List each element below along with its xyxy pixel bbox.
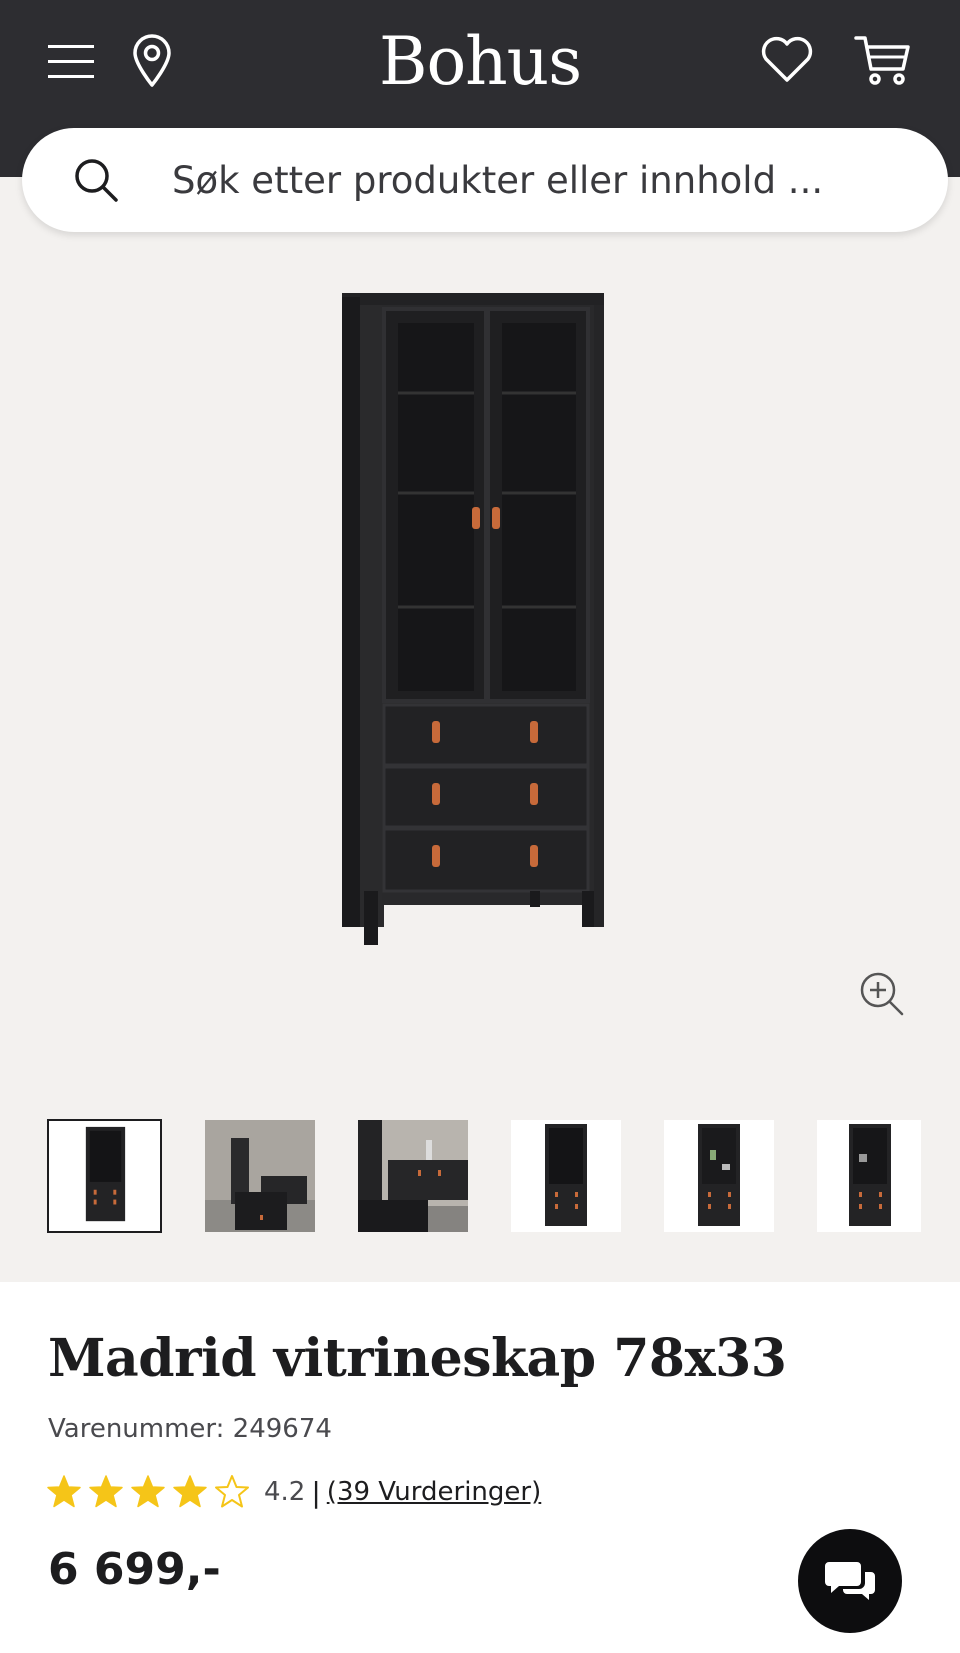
rating-separator: | <box>311 1475 321 1509</box>
product-title: Madrid vitrineskap 78x33 <box>48 1328 787 1389</box>
chat-button[interactable] <box>798 1529 902 1633</box>
menu-button[interactable] <box>40 30 102 92</box>
thumbnail-image <box>50 1121 159 1231</box>
star-filled-icon <box>89 1475 123 1508</box>
rating-value: 4.2 <box>264 1477 306 1507</box>
thumbnail-image <box>511 1120 621 1232</box>
brand-logo[interactable]: Bohus <box>330 18 630 106</box>
product-price: 6 699,- <box>48 1544 221 1595</box>
search-icon <box>75 159 118 202</box>
star-filled-icon <box>131 1475 165 1508</box>
thumbnail-image <box>664 1120 774 1232</box>
thumbnail-4[interactable] <box>511 1120 621 1232</box>
star-empty-icon <box>215 1475 249 1508</box>
thumbnail-image <box>205 1120 315 1232</box>
favorites-button[interactable] <box>755 28 819 92</box>
product-info: Madrid vitrineskap 78x33 Varenummer: 249… <box>0 1282 960 1653</box>
zoom-in-icon <box>860 972 904 1016</box>
store-locator-button[interactable] <box>122 28 182 94</box>
heart-icon <box>761 36 813 82</box>
product-rating: 4.2 | (39 Vurderinger) <box>46 1470 541 1514</box>
thumbnail-5[interactable] <box>664 1120 774 1232</box>
product-sku: Varenummer: 249674 <box>48 1414 332 1444</box>
thumbnail-strip <box>47 1119 921 1234</box>
cabinet-image <box>342 293 604 945</box>
chat-bubbles-icon <box>825 1562 875 1600</box>
rating-stars <box>46 1474 250 1510</box>
star-filled-icon <box>47 1475 81 1508</box>
search-input[interactable] <box>172 148 912 212</box>
thumbnail-2[interactable] <box>205 1120 315 1232</box>
reviews-link[interactable]: (39 Vurderinger) <box>327 1477 541 1507</box>
thumbnail-1[interactable] <box>47 1119 162 1233</box>
zoom-button[interactable] <box>858 970 906 1018</box>
thumbnail-6[interactable] <box>817 1120 921 1232</box>
search-bar[interactable] <box>22 128 948 232</box>
hamburger-menu-icon <box>48 45 94 78</box>
thumbnail-image <box>358 1120 468 1232</box>
location-pin-icon <box>133 34 171 87</box>
main-product-image[interactable] <box>320 285 640 985</box>
thumbnail-3[interactable] <box>358 1120 468 1232</box>
shopping-cart-icon <box>854 36 910 85</box>
star-filled-icon <box>173 1475 207 1508</box>
cart-button[interactable] <box>848 26 918 94</box>
thumbnail-image <box>817 1120 921 1232</box>
